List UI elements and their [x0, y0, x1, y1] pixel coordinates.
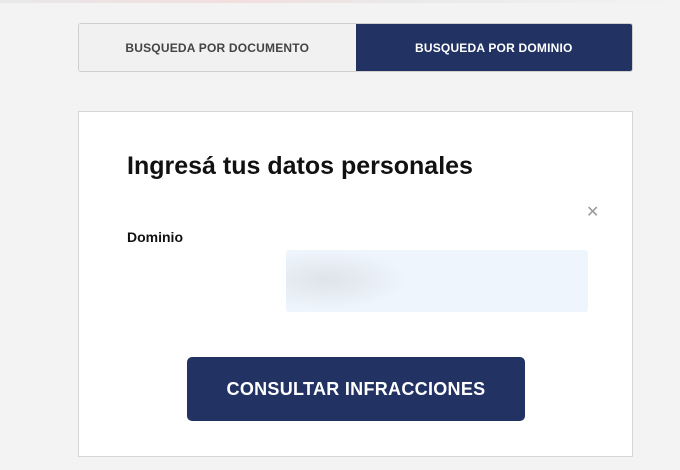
dominio-input[interactable] — [286, 250, 588, 312]
consultar-infracciones-button[interactable]: CONSULTAR INFRACCIONES — [187, 357, 525, 421]
page: BUSQUEDA POR DOCUMENTO BUSQUEDA POR DOMI… — [0, 0, 680, 470]
search-mode-tabs: BUSQUEDA POR DOCUMENTO BUSQUEDA POR DOMI… — [78, 23, 633, 72]
tab-busqueda-por-documento[interactable]: BUSQUEDA POR DOCUMENTO — [79, 24, 356, 71]
form-title: Ingresá tus datos personales — [127, 152, 473, 180]
top-strip — [0, 0, 680, 3]
tab-busqueda-por-dominio[interactable]: BUSQUEDA POR DOMINIO — [355, 24, 632, 71]
form-card: Ingresá tus datos personales ✕ Dominio C… — [78, 111, 633, 457]
close-icon[interactable]: ✕ — [586, 205, 599, 221]
dominio-label: Dominio — [127, 229, 183, 245]
